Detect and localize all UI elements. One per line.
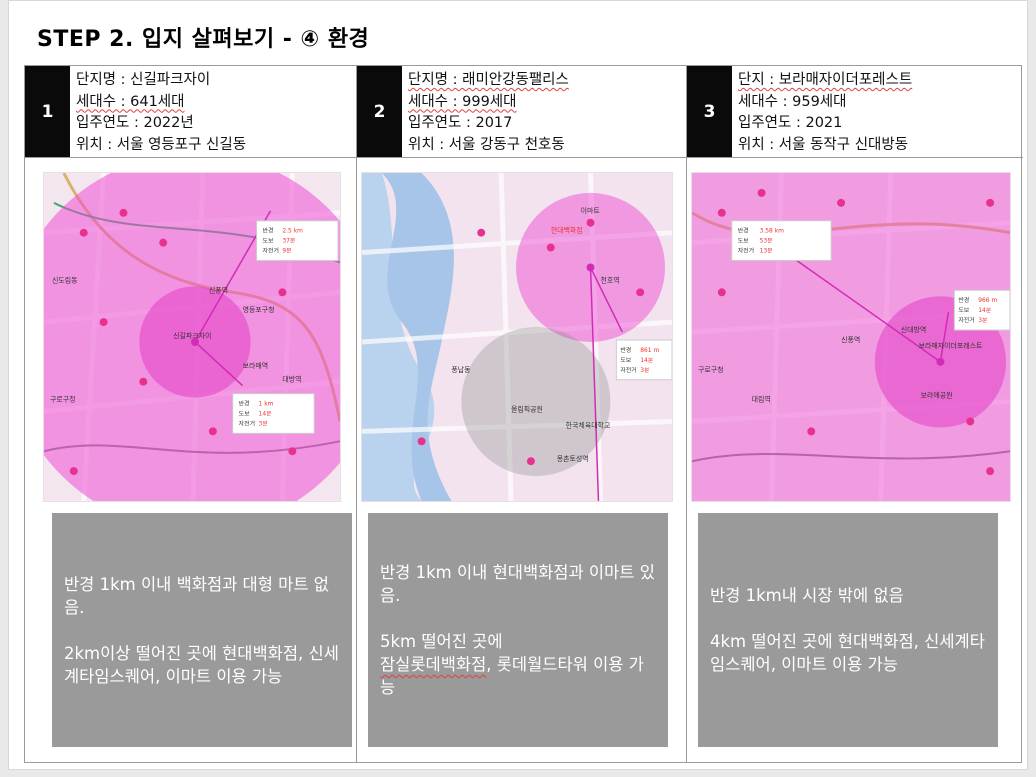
- map-label: 구로구청: [50, 396, 76, 404]
- complex-number: 3: [687, 66, 732, 157]
- popup-radius-value: 861 m: [640, 347, 659, 354]
- map-label: 신풍역: [841, 335, 860, 344]
- map-label: 한국체육대학교: [566, 420, 611, 429]
- complex-column-1: 1 단지명 : 신길파크자이 세대수 : 641세대 입주연도 : 2022년 …: [25, 66, 357, 762]
- map-label: 올림픽공원: [511, 405, 543, 414]
- complex-header: 1 단지명 : 신길파크자이 세대수 : 641세대 입주연도 : 2022년 …: [25, 66, 356, 158]
- note-line: 4km 떨어진 곳에 현대백화점, 신세계타임스퀘어, 이마트 이용 가능: [710, 632, 985, 674]
- complex-column-2: 2 단지명 : 래미안강동팰리스 세대수 : 999세대 입주연도 : 2017…: [357, 66, 687, 762]
- map-label: 신길파크자이: [173, 331, 211, 340]
- map-label: 대림역: [752, 395, 771, 404]
- map-graphic: 반경 3.58 km 도보 53분 자전거 13분 반경 966 m 도보 14…: [692, 173, 1010, 501]
- complex-move-in: 입주연도 : 2022년: [76, 115, 194, 131]
- popup-bike-value: 9분: [282, 248, 292, 255]
- complex-households: 세대수 : 999세대: [408, 93, 517, 110]
- complex-location: 위치 : 서울 동작구 신대방동: [738, 136, 909, 153]
- map-label: 현대백화점: [551, 226, 583, 235]
- complex-name: 단지 : 보라매자이더포레스트: [738, 72, 913, 88]
- complex-number: 2: [357, 66, 402, 157]
- map-label: 신풍역: [209, 285, 228, 294]
- map-label: 천호역: [600, 275, 619, 284]
- radius-map-image: 반경 3.58 km 도보 53분 자전거 13분 반경 966 m 도보 14…: [691, 172, 1011, 502]
- map-label: 풍납동: [451, 365, 471, 374]
- slide: STEP 2. 입지 살펴보기 - ④ 환경 1 단지명 : 신길파크자이 세대…: [8, 0, 1028, 770]
- page-title: STEP 2. 입지 살펴보기 - ④ 환경: [37, 27, 370, 52]
- complex-info: 단지 : 보라매자이더포레스트 세대수 : 959세대 입주연도 : 2021 …: [732, 66, 912, 157]
- popup-radius-label: 반경: [239, 400, 250, 408]
- complex-location: 위치 : 서울 영등포구 신길동: [76, 136, 247, 153]
- map-label: 보라매공원: [921, 391, 953, 400]
- popup-walk-label: 도보: [738, 238, 749, 245]
- map-label: 영등포구청: [243, 305, 275, 314]
- popup-radius-value: 3.58 km: [760, 228, 785, 235]
- popup-radius-value: 2.5 km: [282, 228, 303, 235]
- popup-radius-label: 반경: [263, 227, 274, 235]
- map-label: 구로구청: [698, 366, 724, 374]
- popup-bike-value: 13분: [760, 248, 774, 255]
- map-label: 몽촌토성역: [557, 454, 589, 463]
- complex-column-3: 3 단지 : 보라매자이더포레스트 세대수 : 959세대 입주연도 : 202…: [687, 66, 1023, 762]
- radius-map-image: 반경 861 m 도보 14분 자전거 3분 현대백화점 이마트 천호역 올림픽…: [361, 172, 673, 502]
- popup-bike-label: 자전거: [738, 247, 754, 255]
- map-label: 신대방역: [901, 325, 927, 334]
- complex-info: 단지명 : 신길파크자이 세대수 : 641세대 입주연도 : 2022년 위치…: [70, 66, 246, 157]
- complex-move-in: 입주연도 : 2017: [408, 115, 513, 131]
- popup-radius-value: 1 km: [259, 401, 274, 408]
- popup-bike-value: 3분: [640, 367, 650, 374]
- popup-bike-value: 3분: [978, 317, 988, 324]
- popup-walk-value: 53분: [760, 238, 774, 245]
- map-label: 보라매역: [243, 361, 269, 370]
- environment-note: 반경 1km 이내 현대백화점과 이마트 있음. 5km 떨어진 곳에 잠실롯데…: [368, 513, 668, 747]
- complex-location: 위치 : 서울 강동구 천호동: [408, 136, 565, 153]
- popup-bike-value: 3분: [259, 420, 269, 427]
- comparison-table: 1 단지명 : 신길파크자이 세대수 : 641세대 입주연도 : 2022년 …: [24, 65, 1023, 763]
- complex-households: 세대수 : 959세대: [738, 93, 847, 110]
- map-label: 이마트: [581, 206, 601, 215]
- popup-bike-label: 자전거: [958, 316, 974, 324]
- popup-bike-label: 자전거: [263, 247, 279, 255]
- note-line: 5km 떨어진 곳에 잠실롯데백화점, 롯데월드타워 이용 가능: [380, 630, 658, 699]
- popup-walk-value: 14분: [978, 307, 992, 314]
- note-text: 잠실롯데백화점: [380, 655, 487, 674]
- complex-name: 단지명 : 래미안강동팰리스: [408, 72, 569, 88]
- complex-move-in: 입주연도 : 2021: [738, 115, 843, 131]
- complex-header: 3 단지 : 보라매자이더포레스트 세대수 : 959세대 입주연도 : 202…: [687, 66, 1023, 158]
- popup-bike-label: 자전거: [620, 366, 636, 374]
- environment-note: 반경 1km내 시장 밖에 없음 4km 떨어진 곳에 현대백화점, 신세계타임…: [698, 513, 998, 747]
- complex-info: 단지명 : 래미안강동팰리스 세대수 : 999세대 입주연도 : 2017 위…: [402, 66, 569, 157]
- map-graphic: 반경 861 m 도보 14분 자전거 3분 현대백화점 이마트 천호역 올림픽…: [362, 173, 672, 501]
- map-label: 신도림동: [52, 275, 78, 284]
- popup-bike-label: 자전거: [239, 419, 255, 427]
- map-label: 보라매자이더포레스트: [919, 341, 983, 350]
- popup-walk-label: 도보: [263, 238, 274, 245]
- note-line: 반경 1km 이내 현대백화점과 이마트 있음.: [380, 563, 655, 605]
- popup-radius-label: 반경: [738, 227, 749, 235]
- popup-radius-label: 반경: [620, 346, 631, 354]
- note-text: 5km 떨어진 곳에: [380, 632, 503, 651]
- popup-walk-label: 도보: [958, 307, 969, 314]
- environment-note: 반경 1km 이내 백화점과 대형 마트 없음. 2km이상 떨어진 곳에 현대…: [52, 513, 352, 747]
- complex-number: 1: [25, 66, 70, 157]
- complex-households: 세대수 : 641세대: [76, 93, 185, 110]
- popup-walk-label: 도보: [620, 357, 631, 364]
- complex-header: 2 단지명 : 래미안강동팰리스 세대수 : 999세대 입주연도 : 2017…: [357, 66, 686, 158]
- complex-name: 단지명 : 신길파크자이: [76, 72, 211, 88]
- popup-walk-value: 37분: [282, 238, 296, 245]
- popup-radius-label: 반경: [958, 296, 969, 304]
- popup-walk-value: 14분: [259, 410, 273, 417]
- note-line: 반경 1km내 시장 밖에 없음: [710, 586, 904, 605]
- popup-walk-label: 도보: [239, 410, 250, 417]
- radius-map-image: 반경 2.5 km 도보 37분 자전거 9분 반경 1 km 도보 14분 자…: [43, 172, 341, 502]
- map-label: 대방역: [282, 375, 301, 384]
- note-line: 2km이상 떨어진 곳에 현대백화점, 신세계타임스퀘어, 이마트 이용 가능: [64, 643, 339, 686]
- popup-radius-value: 966 m: [978, 297, 997, 304]
- note-line: 반경 1km 이내 백화점과 대형 마트 없음.: [64, 574, 329, 617]
- popup-walk-value: 14분: [640, 357, 654, 364]
- map-graphic: 반경 2.5 km 도보 37분 자전거 9분 반경 1 km 도보 14분 자…: [44, 173, 340, 501]
